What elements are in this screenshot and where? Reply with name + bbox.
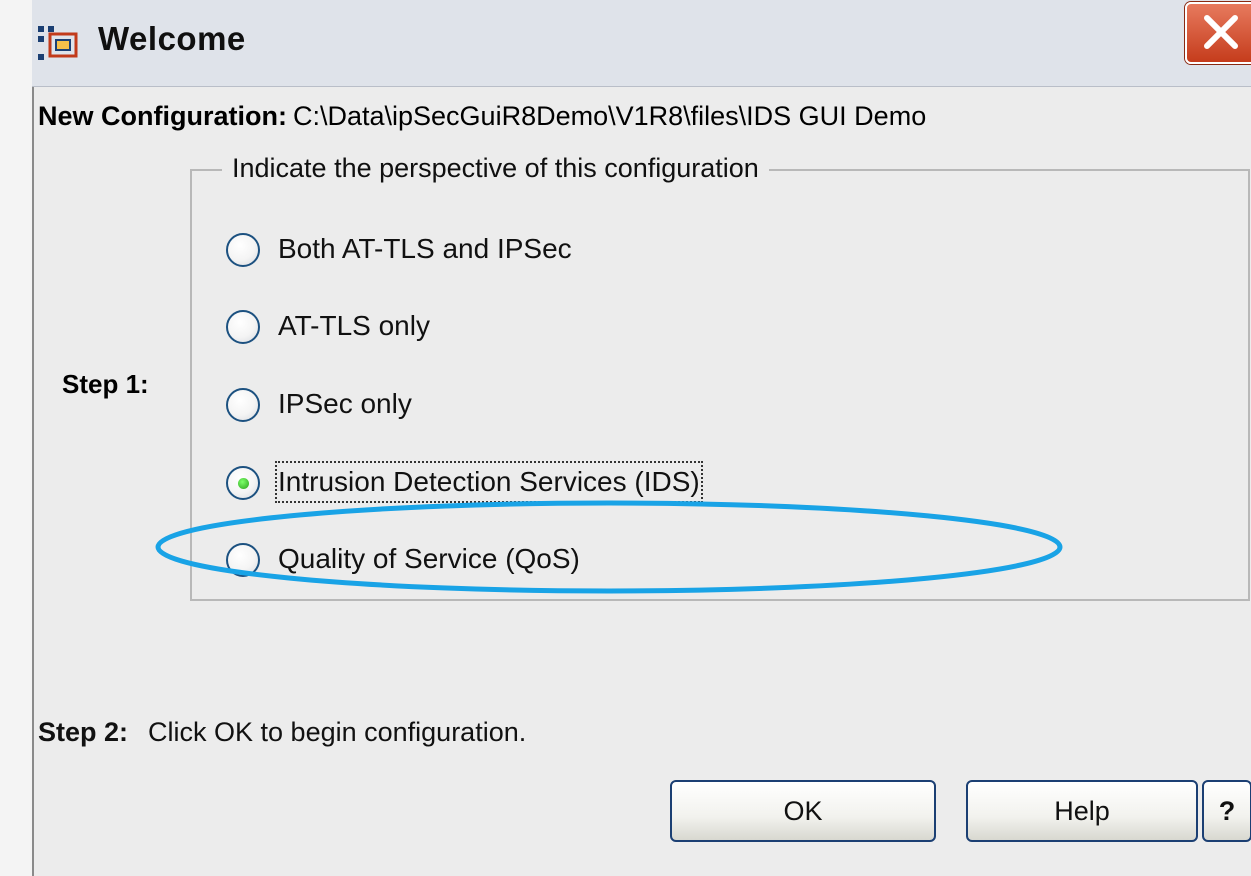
radio-button[interactable] bbox=[226, 310, 260, 344]
window-title: Welcome bbox=[98, 20, 246, 57]
dialog-content: New Configuration: C:\Data\ipSecGuiR8Demo… bbox=[34, 87, 1251, 876]
option-label: AT-TLS only bbox=[278, 310, 430, 341]
new-configuration-label: New Configuration: bbox=[38, 101, 287, 131]
title-bar[interactable]: Welcome bbox=[32, 0, 1251, 87]
option-label: Both AT-TLS and IPSec bbox=[278, 233, 572, 264]
perspective-group: Indicate the perspective of this configu… bbox=[190, 153, 1250, 601]
window-left-frame bbox=[0, 0, 34, 876]
radio-selected-dot bbox=[238, 478, 249, 489]
option-label: Quality of Service (QoS) bbox=[278, 543, 580, 574]
step2-text: Click OK to begin configuration. bbox=[148, 717, 527, 747]
radio-button[interactable] bbox=[226, 543, 260, 577]
close-icon bbox=[1204, 15, 1238, 49]
radio-button-selected[interactable] bbox=[226, 466, 260, 500]
step2-line: Step 2: Click OK to begin configuration. bbox=[38, 717, 526, 748]
context-help-button[interactable]: ? bbox=[1202, 780, 1251, 842]
option-label: IPSec only bbox=[278, 388, 412, 419]
configuration-app-icon bbox=[36, 24, 82, 64]
close-button[interactable] bbox=[1185, 2, 1251, 64]
option-label: Intrusion Detection Services (IDS) bbox=[275, 461, 703, 503]
step1-label: Step 1: bbox=[62, 369, 149, 399]
new-configuration-line: New Configuration: C:\Data\ipSecGuiR8Demo… bbox=[38, 101, 926, 132]
perspective-group-title: Indicate the perspective of this configu… bbox=[222, 153, 769, 184]
radio-button[interactable] bbox=[226, 233, 260, 267]
ok-button[interactable]: OK bbox=[670, 780, 936, 842]
radio-button[interactable] bbox=[226, 388, 260, 422]
step2-label: Step 2: bbox=[38, 717, 129, 747]
welcome-dialog: Welcome New Configuration: C:\Data\ipSecG… bbox=[0, 0, 1251, 876]
help-button[interactable]: Help bbox=[966, 780, 1198, 842]
configuration-path: C:\Data\ipSecGuiR8Demo\V1R8\files\IDS GU… bbox=[292, 101, 927, 131]
